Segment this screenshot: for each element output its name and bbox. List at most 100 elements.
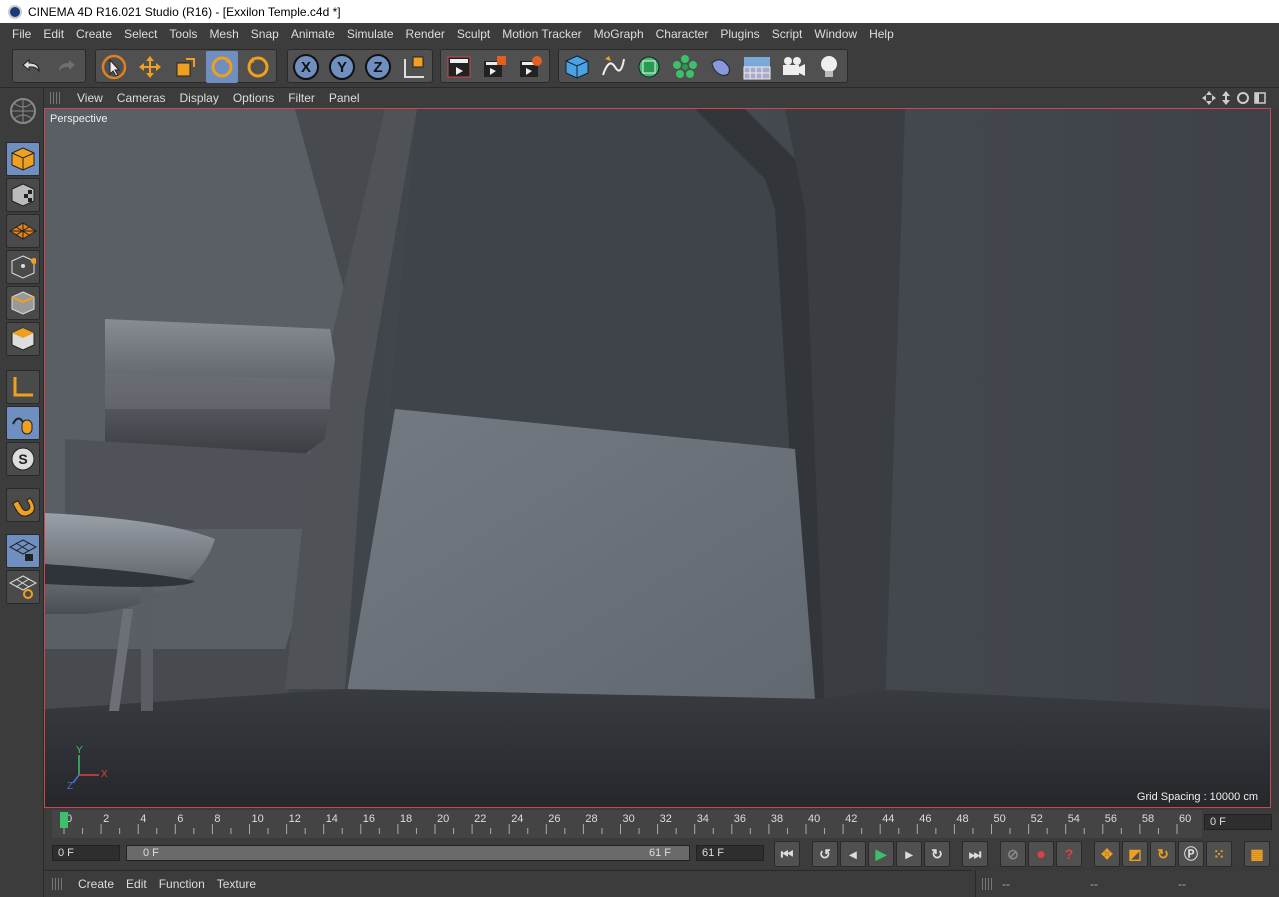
cube-button[interactable]: [561, 51, 593, 83]
solo-button[interactable]: S: [6, 442, 40, 476]
timeline-ruler[interactable]: 0 2 4 6 8 10 12 14 16 18 20 22 24 26 28 30 32 34 36 38 40 42 4…: [52, 810, 1202, 838]
position-key-button[interactable]: ✥: [1094, 841, 1120, 867]
rotate-button[interactable]: [206, 51, 238, 83]
viewport-menu-cameras[interactable]: Cameras: [110, 91, 173, 105]
render-settings-button[interactable]: [515, 51, 547, 83]
zoom-view-icon[interactable]: [1219, 91, 1233, 105]
workplane-mode-button[interactable]: [6, 214, 40, 248]
tweak-mode-button[interactable]: [6, 406, 40, 440]
keyframe-selection-button[interactable]: ?: [1056, 841, 1082, 867]
viewport-menu-view[interactable]: View: [70, 91, 110, 105]
next-frame-button[interactable]: ▸: [896, 841, 922, 867]
record-active-objects-button[interactable]: ⊘: [1000, 841, 1026, 867]
menu-animate[interactable]: Animate: [285, 27, 341, 41]
menu-plugins[interactable]: Plugins: [714, 27, 765, 41]
panel-grip-icon[interactable]: [50, 92, 62, 104]
cloner-button[interactable]: [669, 51, 701, 83]
subdivision-button[interactable]: [633, 51, 665, 83]
light-button[interactable]: [813, 51, 845, 83]
point-level-animation-button[interactable]: ⁙: [1206, 841, 1232, 867]
menu-file[interactable]: File: [6, 27, 37, 41]
viewport-menu-display[interactable]: Display: [172, 91, 225, 105]
viewport-menu-filter[interactable]: Filter: [281, 91, 322, 105]
menu-simulate[interactable]: Simulate: [341, 27, 400, 41]
previous-key-button[interactable]: ↺: [812, 841, 838, 867]
playhead-marker[interactable]: [60, 812, 68, 828]
go-to-start-button[interactable]: ⏮: [774, 841, 800, 867]
title-bar: CINEMA 4D R16.021 Studio (R16) - [Exxilo…: [0, 0, 1279, 23]
snap-magnet-button[interactable]: [6, 488, 40, 522]
viewport-menu-panel[interactable]: Panel: [322, 91, 367, 105]
current-frame-field[interactable]: 0 F: [1204, 814, 1272, 830]
x-axis-button[interactable]: X: [290, 51, 322, 83]
menu-motion-tracker[interactable]: Motion Tracker: [496, 27, 587, 41]
redo-button[interactable]: [51, 51, 83, 83]
polygons-mode-button[interactable]: [6, 322, 40, 356]
next-key-button[interactable]: ↻: [924, 841, 950, 867]
live-selection-button[interactable]: [98, 51, 130, 83]
rotation-key-button[interactable]: ↻: [1150, 841, 1176, 867]
menu-character[interactable]: Character: [650, 27, 715, 41]
go-to-end-button[interactable]: ⏭: [962, 841, 988, 867]
pen-spline-icon: [602, 56, 625, 76]
maximize-view-icon[interactable]: [1253, 91, 1267, 105]
locked-workplane-button[interactable]: [6, 534, 40, 568]
timeline[interactable]: 0 2 4 6 8 10 12 14 16 18 20 22 24 26 28 30 32 34 36 38 40 42 4…: [44, 810, 1279, 840]
texture-mode-button[interactable]: [6, 178, 40, 212]
coordinate-system-button[interactable]: [398, 51, 430, 83]
render-picture-viewer-button[interactable]: [479, 51, 511, 83]
material-menu-create[interactable]: Create: [72, 877, 120, 891]
preview-range-slider[interactable]: 0 F 61 F: [126, 845, 690, 861]
render-view-button[interactable]: [443, 51, 475, 83]
play-button[interactable]: ▶: [868, 841, 894, 867]
edges-mode-button[interactable]: [6, 286, 40, 320]
material-menu-function[interactable]: Function: [153, 877, 211, 891]
menu-window[interactable]: Window: [808, 27, 863, 41]
recent-tool-button[interactable]: [242, 51, 274, 83]
deformer-button[interactable]: [705, 51, 737, 83]
menu-render[interactable]: Render: [400, 27, 451, 41]
floor-button[interactable]: [741, 51, 773, 83]
make-editable-button[interactable]: [6, 94, 40, 128]
scale-key-button[interactable]: ◩: [1122, 841, 1148, 867]
scale-button[interactable]: [170, 51, 202, 83]
attribute-panel-grip-icon[interactable]: [982, 877, 994, 890]
objects-group: [558, 49, 848, 83]
z-axis-icon: Z: [365, 54, 391, 80]
menu-mograph[interactable]: MoGraph: [588, 27, 650, 41]
menu-snap[interactable]: Snap: [245, 27, 285, 41]
menu-script[interactable]: Script: [766, 27, 809, 41]
menu-sculpt[interactable]: Sculpt: [451, 27, 496, 41]
enable-axis-button[interactable]: [6, 370, 40, 404]
planar-workplane-button[interactable]: [6, 570, 40, 604]
menu-select[interactable]: Select: [118, 27, 163, 41]
previous-key-icon: ↺: [819, 845, 831, 862]
camera-button[interactable]: [777, 51, 809, 83]
previous-frame-button[interactable]: ◂: [840, 841, 866, 867]
points-mode-button[interactable]: [6, 250, 40, 284]
viewport-menu-options[interactable]: Options: [226, 91, 281, 105]
rotate-view-icon[interactable]: [1236, 91, 1250, 105]
undo-button[interactable]: [15, 51, 47, 83]
material-menu-texture[interactable]: Texture: [211, 877, 262, 891]
autokeying-button[interactable]: ⏺: [1028, 841, 1054, 867]
move-button[interactable]: [134, 51, 166, 83]
coordinate-system-icon: [404, 56, 424, 78]
start-frame-field[interactable]: 0 F: [52, 845, 120, 861]
menu-tools[interactable]: Tools: [163, 27, 203, 41]
timeline-window-button[interactable]: ▦: [1244, 841, 1270, 867]
material-panel-grip-icon[interactable]: [52, 878, 64, 890]
z-axis-button[interactable]: Z: [362, 51, 394, 83]
perspective-viewport[interactable]: Perspective Grid Spacing : 10000 cm Y X …: [44, 108, 1271, 808]
menu-help[interactable]: Help: [863, 27, 900, 41]
model-mode-button[interactable]: [6, 142, 40, 176]
pan-view-icon[interactable]: [1202, 91, 1216, 105]
y-axis-button[interactable]: Y: [326, 51, 358, 83]
menu-edit[interactable]: Edit: [37, 27, 70, 41]
menu-create[interactable]: Create: [70, 27, 118, 41]
menu-mesh[interactable]: Mesh: [203, 27, 244, 41]
material-menu-edit[interactable]: Edit: [120, 877, 153, 891]
pen-spline-button[interactable]: [597, 51, 629, 83]
parameter-key-button[interactable]: Ⓟ: [1178, 841, 1204, 867]
end-frame-field[interactable]: 61 F: [696, 845, 764, 861]
